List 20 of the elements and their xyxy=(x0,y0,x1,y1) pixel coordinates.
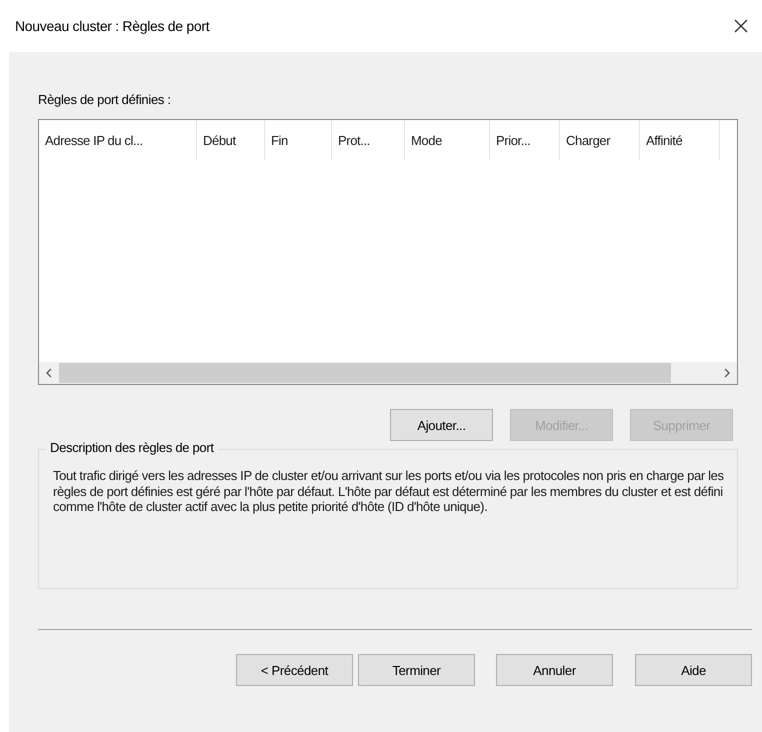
cancel-button[interactable]: Annuler xyxy=(496,654,613,686)
list-label: Règles de port définies : xyxy=(38,92,171,107)
group-box-title: Description des règles de port xyxy=(46,440,218,455)
column-header[interactable]: Prot... xyxy=(332,120,405,160)
column-header[interactable]: Adresse IP du cl... xyxy=(39,120,197,160)
scrollbar-thumb[interactable] xyxy=(59,363,671,383)
back-button[interactable]: < Précédent xyxy=(236,654,353,686)
column-header[interactable]: Affinité xyxy=(640,120,720,160)
window-title: Nouveau cluster : Règles de port xyxy=(15,18,210,34)
column-header[interactable]: Charger xyxy=(560,120,640,160)
help-button[interactable]: Aide xyxy=(635,654,752,686)
finish-button[interactable]: Terminer xyxy=(358,654,475,686)
column-header[interactable]: Prior... xyxy=(490,120,560,160)
column-header[interactable]: Mode xyxy=(405,120,490,160)
column-header[interactable]: Début xyxy=(197,120,265,160)
column-header[interactable]: Fin xyxy=(265,120,332,160)
add-button[interactable]: Ajouter... xyxy=(390,409,493,441)
horizontal-scrollbar[interactable] xyxy=(39,362,737,384)
description-text: Tout trafic dirigé vers les adresses IP de cluster et/ou arrivant sur les ports et/ou via les protocoles non pris en charge par les règles de port définies est géré par l'hôte par défaut. L'hôte par défaut est déterminé par les membres du cluster et est défini comme l'hôte de cluster actif avec la plus petite priorité d'hôte (ID d'hôte unique). xyxy=(53,468,725,514)
close-icon[interactable] xyxy=(734,19,748,33)
